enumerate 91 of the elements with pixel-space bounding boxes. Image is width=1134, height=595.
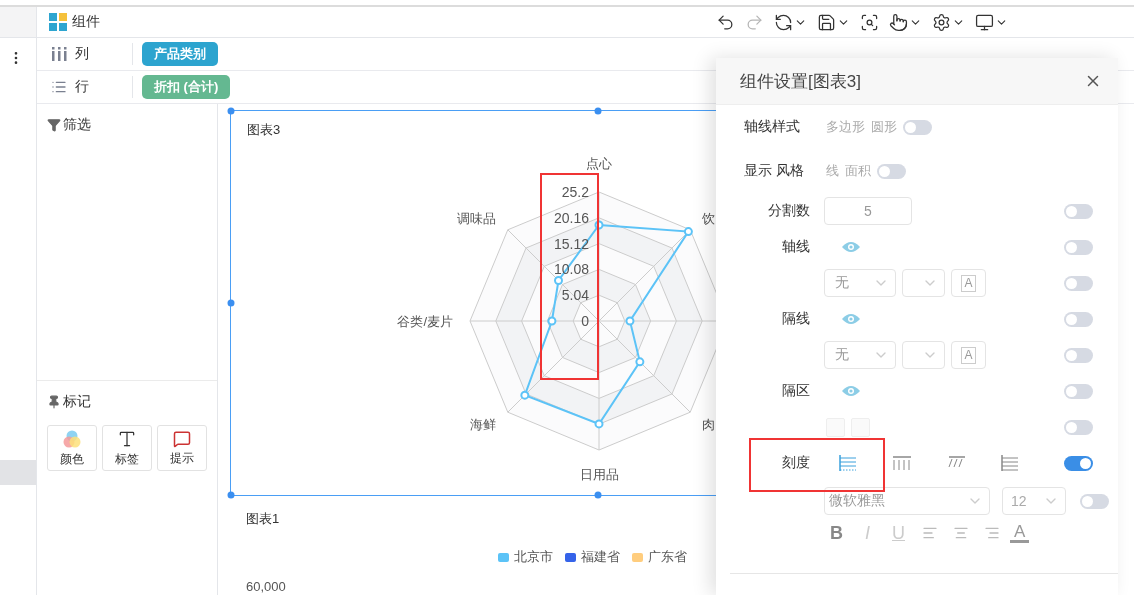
shelf-label: 行 (75, 78, 89, 96)
monitor-icon (975, 12, 994, 32)
save-icon (817, 12, 836, 32)
font-select[interactable]: 微软雅黑 (824, 487, 990, 515)
mark-button[interactable]: 颜色 (47, 425, 97, 471)
font-size-select[interactable]: 12 (1002, 487, 1066, 515)
line-style-select[interactable]: 无 (824, 269, 896, 297)
axis-label: 日用品 (579, 466, 619, 482)
resize-handle[interactable] (594, 491, 602, 499)
toggle-switch[interactable] (1064, 311, 1093, 327)
chart-title: 图表3 (247, 121, 281, 139)
toggle-switch[interactable] (1064, 275, 1093, 291)
option-label: 圆形 (871, 118, 897, 136)
color-circles-icon (62, 428, 82, 449)
align-center-icon[interactable] (952, 525, 969, 541)
section-title: 筛选 (63, 116, 91, 134)
filter-icon (47, 118, 61, 132)
axis-label: 海鲜 (469, 417, 496, 433)
font-color-button[interactable]: A (1010, 523, 1030, 543)
zoom-preview-icon (860, 12, 879, 32)
color-swatch[interactable] (851, 417, 870, 437)
dialog-title: 组件设置[图表3] (740, 70, 861, 93)
shelf-label: 列 (75, 45, 89, 63)
resize-handle[interactable] (227, 299, 235, 307)
settings-icon (932, 12, 951, 32)
resize-handle[interactable] (594, 107, 602, 115)
setting-label: 分割数 (767, 202, 810, 220)
list-icon (51, 79, 67, 95)
option-label: 多边形 (826, 118, 865, 136)
speech-bubble-icon (173, 429, 191, 448)
axis-tick-label: 20.16 (553, 209, 589, 226)
axis-label: 调味品 (456, 210, 496, 226)
refresh-icon (774, 12, 793, 32)
toggle-switch[interactable] (1064, 203, 1093, 219)
line-width-select[interactable] (902, 341, 945, 369)
hand-pointer-icon (889, 12, 908, 32)
mark-button[interactable]: 标签 (102, 425, 152, 471)
legend-item[interactable]: 北京市 (498, 548, 553, 566)
toggle-switch[interactable] (1064, 239, 1093, 255)
setting-label: 隔线 (781, 310, 810, 328)
eye-icon[interactable] (842, 385, 860, 397)
field-pill[interactable]: 产品类别 (142, 42, 218, 66)
option-label: 面积 (845, 162, 871, 180)
legend-item[interactable]: 福建省 (565, 548, 620, 566)
color-swatch[interactable] (826, 417, 845, 437)
header-title: 组件 (72, 13, 100, 31)
color-picker[interactable]: A (951, 269, 986, 297)
tick-style-icon[interactable] (892, 454, 912, 472)
align-left-icon[interactable] (921, 525, 938, 541)
grid-logo-icon (49, 13, 67, 31)
pin-icon (47, 395, 61, 409)
axis-tick-label: 25.2 (561, 183, 589, 200)
line-style-select[interactable]: 无 (824, 341, 896, 369)
eye-icon[interactable] (842, 313, 860, 325)
selected-row[interactable] (0, 460, 36, 485)
axis-tick-label: 5.04 (561, 287, 589, 304)
eye-icon[interactable] (842, 241, 860, 253)
toggle-switch[interactable] (1064, 383, 1093, 399)
axis-label: 谷类/麦片 (397, 313, 453, 329)
toggle-switch[interactable] (1080, 493, 1109, 509)
mark-button[interactable]: 提示 (157, 425, 207, 471)
setting-label: 刻度 (781, 454, 810, 472)
setting-label: 隔区 (781, 382, 810, 400)
toggle-switch[interactable] (1064, 347, 1093, 363)
chart-title: 图表1 (246, 510, 280, 528)
axis-tick-label: 60,000 (246, 579, 286, 594)
section-title: 标记 (63, 393, 91, 411)
setting-label: 轴线 (781, 238, 810, 256)
setting-label: 显示 风格 (743, 162, 805, 180)
axis-label: 饮 (702, 210, 716, 226)
resize-handle[interactable] (227, 107, 235, 115)
toggle-switch[interactable] (903, 119, 932, 135)
color-picker[interactable]: A (951, 341, 986, 369)
resize-handle[interactable] (227, 491, 235, 499)
toggle-switch[interactable] (1064, 455, 1093, 471)
option-label: 线 (826, 162, 839, 180)
axis-label: 点心 (586, 155, 612, 171)
axis-label: 肉 (702, 417, 716, 433)
legend-item[interactable]: 广东省 (632, 548, 687, 566)
line-width-select[interactable] (902, 269, 945, 297)
axis-tick-label: 0 (581, 312, 589, 329)
field-pill[interactable]: 折扣 (合计) (142, 75, 231, 99)
toggle-switch[interactable] (1064, 419, 1093, 435)
align-right-icon[interactable] (983, 525, 1000, 541)
tick-style-icon[interactable] (1000, 454, 1020, 472)
setting-label: 轴线样式 (743, 118, 801, 136)
toggle-switch[interactable] (877, 163, 906, 179)
format-button[interactable]: B (824, 522, 849, 544)
number-input[interactable]: 5 (824, 197, 912, 225)
columns-icon (51, 46, 67, 62)
tick-style-icon[interactable] (838, 454, 858, 472)
